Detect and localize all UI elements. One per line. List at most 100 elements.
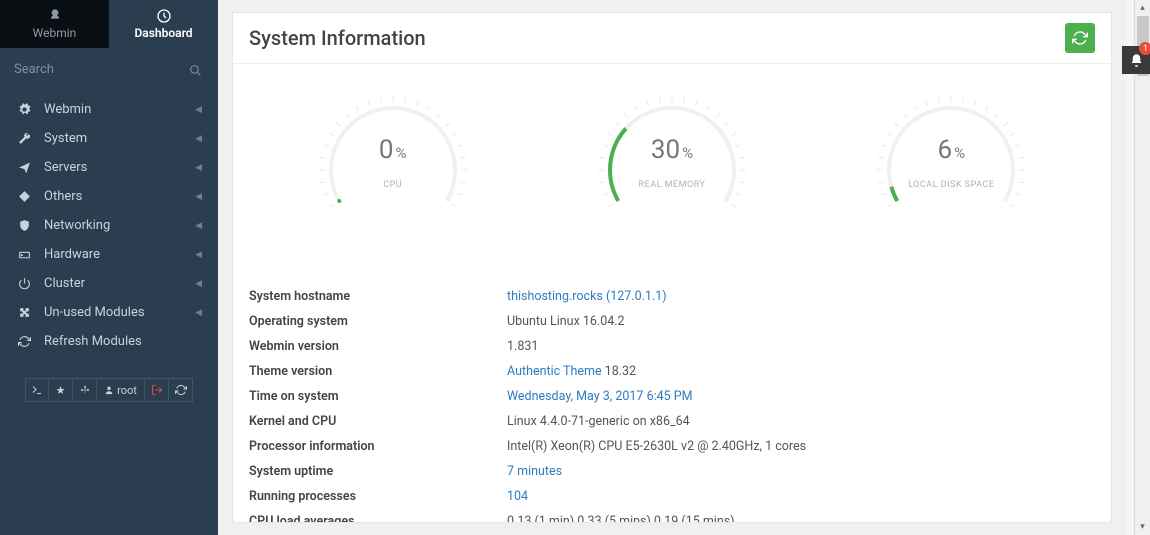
info-value: 104 (507, 489, 1095, 504)
gauge-value: 6% (861, 135, 1041, 165)
sidebar-item-label: Others (44, 189, 82, 204)
page-title: System Information (249, 26, 1065, 50)
caret-left-icon: ◀ (195, 221, 202, 231)
notification-badge: 1 (1139, 42, 1150, 55)
info-value: Linux 4.4.0-71-generic on x86_64 (507, 414, 1095, 429)
info-value: Wednesday, May 3, 2017 6:45 PM (507, 389, 1095, 404)
info-row: System hostnamethishosting.rocks (127.0.… (249, 284, 1095, 309)
scroll-down-button[interactable]: ▾ (1135, 519, 1150, 535)
info-row: Kernel and CPULinux 4.4.0-71-generic on … (249, 409, 1095, 434)
diamond-icon (18, 190, 34, 203)
info-row: CPU load averages0.13 (1 min) 0.33 (5 mi… (249, 509, 1095, 523)
sidebar-item-label: Un-used Modules (44, 305, 145, 320)
tab-webmin-label: Webmin (33, 26, 77, 40)
info-row: Webmin version1.831 (249, 334, 1095, 359)
sidebar-item-label: Refresh Modules (44, 334, 142, 349)
info-key: CPU load averages (249, 514, 507, 523)
info-key: System uptime (249, 464, 507, 479)
gauge-label: CPU (303, 180, 483, 190)
info-key: Processor information (249, 439, 507, 454)
search-icon[interactable] (189, 62, 202, 81)
terminal-button[interactable] (25, 378, 49, 402)
tab-webmin[interactable]: Webmin (0, 0, 109, 48)
info-key: Theme version (249, 364, 507, 379)
sidebar-item-hardware[interactable]: Hardware ◀ (0, 240, 218, 269)
gear-icon (18, 103, 34, 116)
notifications-button[interactable]: 1 (1122, 46, 1150, 74)
drive-icon (18, 248, 34, 261)
caret-left-icon: ◀ (195, 279, 202, 289)
sidebar-item-label: Servers (44, 160, 87, 175)
info-link[interactable]: Wednesday, May 3, 2017 6:45 PM (507, 389, 693, 404)
sidebar-item-label: System (44, 131, 87, 146)
sidebar: Webmin◀System◀Servers◀Others◀Networking◀… (0, 48, 218, 535)
info-row: Processor informationIntel(R) Xeon(R) CP… (249, 434, 1095, 459)
plane-icon (18, 161, 34, 174)
gauge-label: REAL MEMORY (582, 180, 762, 190)
info-value: 7 minutes (507, 464, 1095, 479)
sidebar-item-webmin[interactable]: Webmin◀ (0, 95, 218, 124)
caret-left-icon: ◀ (195, 163, 202, 173)
gauge-value: 30% (582, 135, 762, 165)
caret-left-icon: ◀ (195, 250, 202, 260)
tab-dashboard[interactable]: Dashboard (109, 0, 218, 48)
puzzle-icon (18, 306, 34, 319)
wrench-icon (18, 132, 34, 145)
power-icon (18, 277, 34, 290)
sidebar-item-networking[interactable]: Networking ◀ (0, 211, 218, 240)
settings-button[interactable] (73, 378, 97, 402)
info-value: Authentic Theme 18.32 (507, 364, 1095, 379)
sidebar-item-servers[interactable]: Servers ◀ (0, 153, 218, 182)
info-link[interactable]: Authentic Theme (507, 364, 602, 379)
info-value: 1.831 (507, 339, 1095, 354)
info-key: Running processes (249, 489, 507, 504)
sidebar-item-label: Networking (44, 218, 110, 233)
caret-left-icon: ◀ (195, 192, 202, 202)
sidebar-item-label: Cluster (44, 276, 85, 291)
info-key: Webmin version (249, 339, 507, 354)
logout-button[interactable] (145, 378, 169, 402)
scroll-up-button[interactable]: ▴ (1135, 0, 1150, 16)
info-row: Theme versionAuthentic Theme 18.32 (249, 359, 1095, 384)
info-row: Time on systemWednesday, May 3, 2017 6:4… (249, 384, 1095, 409)
info-value: thishosting.rocks (127.0.1.1) (507, 289, 1095, 304)
sidebar-item-cluster[interactable]: Cluster ◀ (0, 269, 218, 298)
info-row: Running processes104 (249, 484, 1095, 509)
sidebar-item-label: Hardware (44, 247, 100, 262)
refresh-button[interactable] (1065, 23, 1095, 53)
refresh-icon (18, 335, 34, 348)
caret-left-icon: ◀ (195, 308, 202, 318)
gauge-cpu: 0%CPU (303, 90, 483, 270)
reload-button[interactable] (169, 378, 193, 402)
info-key: Kernel and CPU (249, 414, 507, 429)
sidebar-item-others[interactable]: Others ◀ (0, 182, 218, 211)
info-row: Operating systemUbuntu Linux 16.04.2 (249, 309, 1095, 334)
refresh-icon (1072, 30, 1088, 46)
user-label: root (117, 384, 137, 397)
gauge-label: LOCAL DISK SPACE (861, 180, 1041, 190)
bottom-toolbar: ★ root (0, 378, 218, 402)
info-value: 0.13 (1 min) 0.33 (5 mins) 0.19 (15 mins… (507, 514, 1095, 523)
info-link[interactable]: thishosting.rocks (127.0.1.1) (507, 289, 667, 304)
webmin-logo-icon (47, 8, 63, 24)
bell-icon (1129, 53, 1144, 68)
info-key: Operating system (249, 314, 507, 329)
shield-icon (18, 219, 34, 232)
sidebar-item-label: Webmin (44, 102, 91, 117)
info-key: System hostname (249, 289, 507, 304)
sidebar-item-un-used-modules[interactable]: Un-used Modules ◀ (0, 298, 218, 327)
caret-left-icon: ◀ (195, 134, 202, 144)
info-key: Time on system (249, 389, 507, 404)
user-button[interactable]: root (97, 378, 145, 402)
gauge-real-memory: 30% REAL MEMORY (582, 90, 762, 270)
gauge-local-disk-space: 6% LOCAL DISK SPACE (861, 90, 1041, 270)
info-link[interactable]: 7 minutes (507, 464, 562, 479)
vertical-scrollbar[interactable]: ▴ ▾ (1134, 0, 1150, 535)
favorites-button[interactable]: ★ (49, 378, 73, 402)
info-value: Ubuntu Linux 16.04.2 (507, 314, 1095, 329)
info-value: Intel(R) Xeon(R) CPU E5-2630L v2 @ 2.40G… (507, 439, 1095, 454)
search-input[interactable] (12, 58, 206, 81)
sidebar-item-system[interactable]: System ◀ (0, 124, 218, 153)
sidebar-item-refresh-modules[interactable]: Refresh Modules (0, 327, 218, 356)
info-link[interactable]: 104 (507, 489, 528, 504)
